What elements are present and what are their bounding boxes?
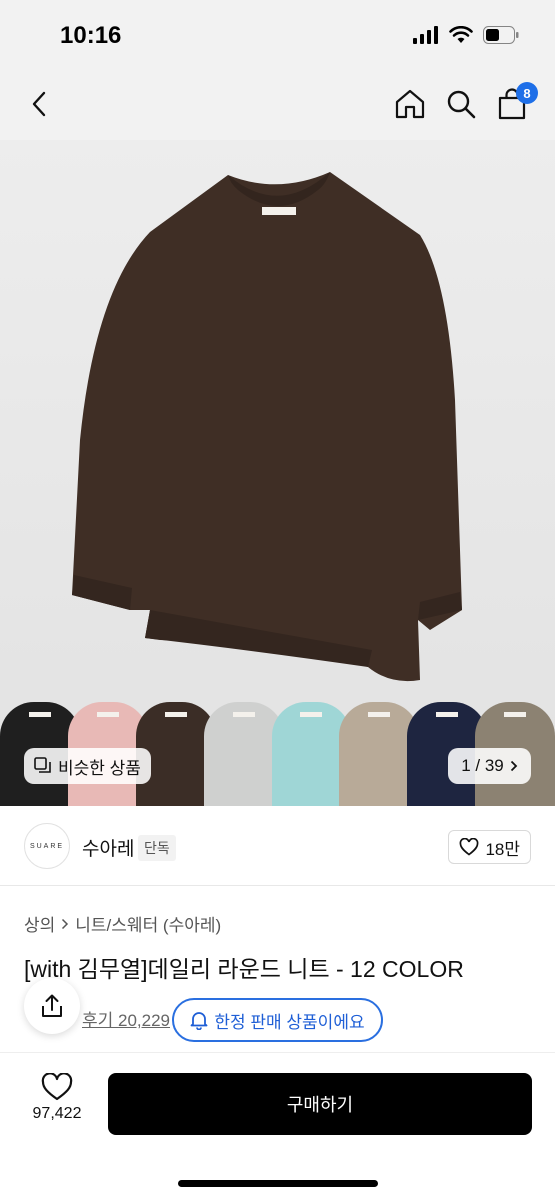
- status-icons: [413, 26, 519, 44]
- buy-button[interactable]: 구매하기: [108, 1073, 532, 1135]
- bell-icon: [190, 1012, 208, 1030]
- breadcrumb: 상의 니트/스웨터 (수아레): [24, 911, 221, 936]
- review-link[interactable]: 후기 20,229: [82, 1006, 170, 1031]
- cart-badge: 8: [516, 82, 538, 104]
- collar-tag: [164, 712, 187, 717]
- cart-button[interactable]: 8: [492, 82, 538, 124]
- image-counter-text: 1 / 39: [461, 756, 504, 775]
- bottom-bar: 97,422 구매하기: [0, 1052, 555, 1200]
- store-name[interactable]: 수아레: [82, 834, 134, 861]
- collar-tag: [232, 712, 255, 717]
- collar-tag: [96, 712, 119, 717]
- breadcrumb-subcategory[interactable]: 니트/스웨터 (수아레): [75, 911, 221, 936]
- wishlist-button[interactable]: 97,422: [22, 1073, 92, 1123]
- store-like-button[interactable]: 18만: [448, 830, 531, 864]
- home-button[interactable]: [390, 84, 430, 124]
- breadcrumb-category[interactable]: 상의: [24, 911, 55, 936]
- share-icon: [42, 994, 62, 1017]
- share-button[interactable]: [24, 978, 80, 1034]
- status-time: 10:16: [60, 22, 122, 49]
- exclusive-tag: 단독: [138, 835, 176, 861]
- home-indicator: [178, 1180, 378, 1187]
- collar-tag: [436, 712, 459, 717]
- collar-tag: [504, 712, 527, 717]
- status-bar: 10:16: [0, 0, 555, 70]
- store-like-count: 18만: [485, 839, 520, 859]
- limited-sale-notice: 한정 판매 상품이에요: [172, 998, 383, 1042]
- heart-icon: [41, 1073, 73, 1101]
- product-image[interactable]: [0, 140, 555, 806]
- limited-sale-label: 한정 판매 상품이에요: [214, 1012, 365, 1032]
- store-row[interactable]: SUARE 수아레 단독 18만: [0, 806, 555, 886]
- image-counter[interactable]: 1 / 39: [448, 748, 531, 784]
- similar-icon: [34, 757, 51, 773]
- back-button[interactable]: [20, 84, 60, 124]
- signal-icon: [413, 26, 438, 44]
- wifi-icon: [449, 26, 473, 43]
- store-logo[interactable]: SUARE: [24, 823, 70, 869]
- home-icon: [395, 89, 425, 119]
- chevron-right-icon: [510, 760, 518, 772]
- nav-bar: 8: [0, 70, 555, 140]
- collar-tag: [368, 712, 391, 717]
- similar-products-button[interactable]: 비슷한 상품: [24, 748, 151, 784]
- collar-tag: [300, 712, 323, 717]
- product-title: [with 김무열]데일리 라운드 니트 - 12 COLOR: [24, 956, 464, 982]
- collar-tag: [28, 712, 51, 717]
- search-button[interactable]: [441, 84, 481, 124]
- wishlist-count: 97,422: [32, 1105, 82, 1122]
- battery-icon: [483, 26, 519, 44]
- heart-icon: [460, 838, 479, 856]
- similar-products-label: 비슷한 상품: [58, 758, 141, 778]
- search-icon: [447, 90, 476, 119]
- back-icon: [32, 91, 46, 117]
- chevron-right-icon: [62, 918, 69, 929]
